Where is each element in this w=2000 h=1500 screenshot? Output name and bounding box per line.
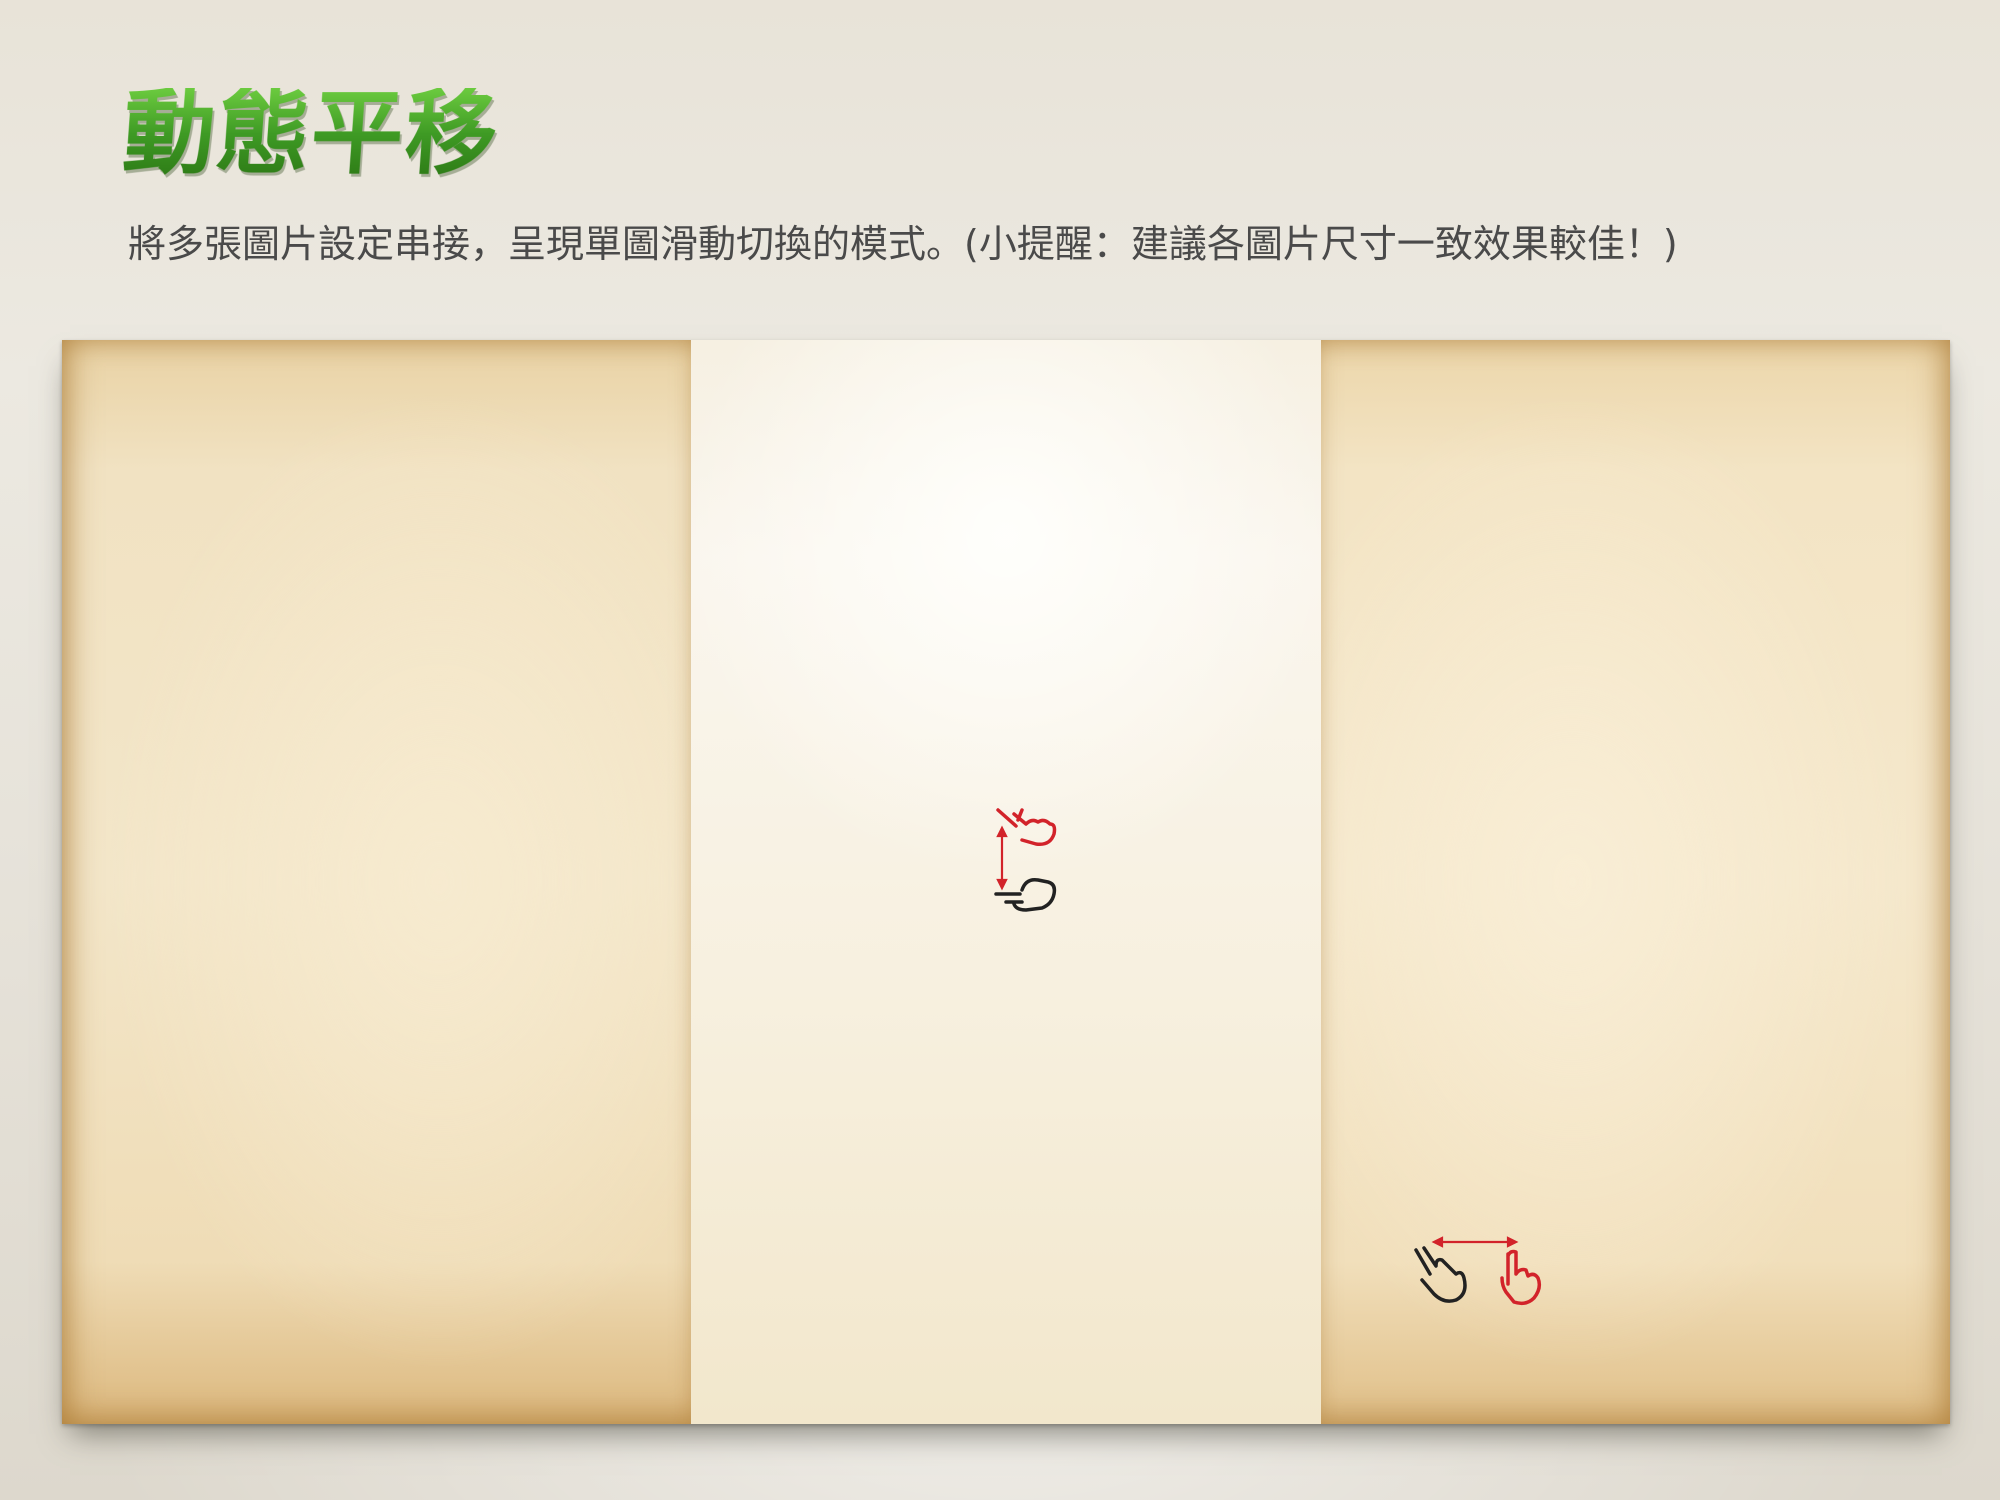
slideshow[interactable] bbox=[62, 340, 1950, 1424]
slide-left bbox=[62, 340, 692, 1424]
swipe-vertical-icon bbox=[994, 808, 1057, 912]
page-title: 動態平移 bbox=[119, 80, 504, 187]
page-description: 將多張圖片設定串接，呈現單圖滑動切換的模式。(小提醒：建議各圖片尺寸一致效果較佳… bbox=[128, 222, 1678, 266]
swipe-horizontal-icon bbox=[1414, 1236, 1542, 1306]
